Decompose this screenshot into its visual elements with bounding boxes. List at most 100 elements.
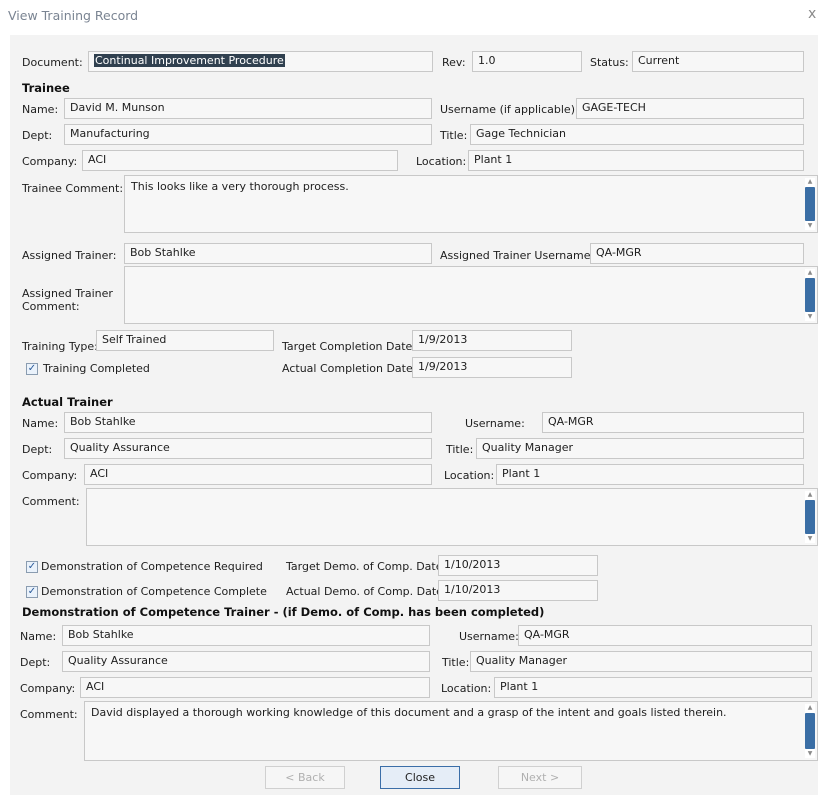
actual-trainer-location-field[interactable]: Plant 1 bbox=[496, 464, 804, 485]
status-field[interactable]: Current bbox=[632, 51, 804, 72]
triangle-up-icon[interactable]: ▲ bbox=[805, 491, 815, 499]
demo-complete-label: Demonstration of Competence Complete bbox=[41, 585, 267, 598]
training-completed-label: Training Completed bbox=[43, 362, 150, 375]
actual-trainer-title-label: Title: bbox=[446, 443, 474, 456]
demo-target-label: Target Demo. of Comp. Date: bbox=[286, 560, 447, 573]
window-title: View Training Record bbox=[8, 8, 139, 23]
demo-actual-label: Actual Demo. of Comp. Date: bbox=[286, 585, 447, 598]
document-value: Continual Improvement Procedure bbox=[94, 54, 285, 67]
assigned-trainer-field[interactable]: Bob Stahlke bbox=[124, 243, 432, 264]
demo-trainer-heading: Demonstration of Competence Trainer - (i… bbox=[22, 605, 545, 619]
actual-trainer-location-label: Location: bbox=[444, 469, 495, 482]
actual-trainer-company-label: Company: bbox=[22, 469, 78, 482]
trainee-comment-scrollbar[interactable]: ▲ ▼ bbox=[805, 178, 815, 230]
actual-trainer-heading: Actual Trainer bbox=[22, 395, 113, 409]
demo-trainer-comment-area[interactable]: David displayed a thorough working knowl… bbox=[84, 701, 818, 761]
scroll-thumb[interactable] bbox=[805, 500, 815, 534]
assigned-comment-scrollbar[interactable]: ▲ ▼ bbox=[805, 269, 815, 321]
next-button[interactable]: Next > bbox=[498, 766, 582, 789]
actual-completion-field[interactable]: 1/9/2013 bbox=[412, 357, 572, 378]
actual-completion-label: Actual Completion Date: bbox=[282, 362, 417, 375]
actual-trainer-comment-scrollbar[interactable]: ▲ ▼ bbox=[805, 491, 815, 543]
trainee-username-label: Username (if applicable): bbox=[440, 103, 579, 116]
demo-trainer-dept-label: Dept: bbox=[20, 656, 51, 669]
trainee-dept-label: Dept: bbox=[22, 129, 53, 142]
actual-trainer-username-label: Username: bbox=[465, 417, 525, 430]
demo-trainer-company-label: Company: bbox=[20, 682, 76, 695]
document-field[interactable]: Continual Improvement Procedure bbox=[88, 51, 433, 72]
assigned-comment-label-line2: Comment: bbox=[22, 300, 80, 313]
triangle-up-icon[interactable]: ▲ bbox=[805, 269, 815, 277]
close-window-icon[interactable]: x bbox=[808, 6, 816, 22]
title-bar: View Training Record x bbox=[0, 0, 824, 30]
triangle-down-icon[interactable]: ▼ bbox=[805, 750, 815, 758]
assigned-comment-label-line1: Assigned Trainer bbox=[22, 287, 113, 300]
triangle-down-icon[interactable]: ▼ bbox=[805, 222, 815, 230]
demo-trainer-company-field[interactable]: ACI bbox=[80, 677, 430, 698]
document-label: Document: bbox=[22, 56, 83, 69]
check-mark-icon: ✓ bbox=[27, 363, 37, 374]
trainee-comment-text: This looks like a very thorough process. bbox=[131, 180, 349, 193]
actual-trainer-dept-field[interactable]: Quality Assurance bbox=[64, 438, 432, 459]
demo-trainer-title-field[interactable]: Quality Manager bbox=[470, 651, 812, 672]
actual-trainer-dept-label: Dept: bbox=[22, 443, 53, 456]
trainee-name-field[interactable]: David M. Munson bbox=[64, 98, 432, 119]
triangle-up-icon[interactable]: ▲ bbox=[805, 704, 815, 712]
training-type-field[interactable]: Self Trained bbox=[96, 330, 274, 351]
demo-required-label: Demonstration of Competence Required bbox=[41, 560, 263, 573]
trainee-company-label: Company: bbox=[22, 155, 78, 168]
target-completion-label: Target Completion Date: bbox=[282, 340, 417, 353]
form-panel: Document: Continual Improvement Procedur… bbox=[10, 35, 818, 795]
trainee-title-label: Title: bbox=[440, 129, 468, 142]
demo-trainer-dept-field[interactable]: Quality Assurance bbox=[62, 651, 430, 672]
demo-trainer-location-field[interactable]: Plant 1 bbox=[494, 677, 812, 698]
demo-complete-checkbox[interactable]: ✓ bbox=[26, 586, 38, 598]
trainee-heading: Trainee bbox=[22, 81, 70, 95]
assigned-comment-area[interactable]: ▲ ▼ bbox=[124, 266, 818, 324]
back-button[interactable]: < Back bbox=[265, 766, 345, 789]
actual-trainer-title-field[interactable]: Quality Manager bbox=[476, 438, 804, 459]
assigned-trainer-label: Assigned Trainer: bbox=[22, 249, 117, 262]
demo-trainer-comment-scrollbar[interactable]: ▲ ▼ bbox=[805, 704, 815, 758]
trainee-dept-field[interactable]: Manufacturing bbox=[64, 124, 432, 145]
triangle-down-icon[interactable]: ▼ bbox=[805, 313, 815, 321]
actual-trainer-company-field[interactable]: ACI bbox=[84, 464, 432, 485]
actual-trainer-name-field[interactable]: Bob Stahlke bbox=[64, 412, 432, 433]
demo-trainer-name-field[interactable]: Bob Stahlke bbox=[62, 625, 430, 646]
actual-trainer-comment-area[interactable]: ▲ ▼ bbox=[86, 488, 818, 546]
triangle-up-icon[interactable]: ▲ bbox=[805, 178, 815, 186]
scroll-thumb[interactable] bbox=[805, 713, 815, 749]
trainee-location-field[interactable]: Plant 1 bbox=[468, 150, 804, 171]
scroll-thumb[interactable] bbox=[805, 187, 815, 221]
trainee-location-label: Location: bbox=[416, 155, 467, 168]
triangle-down-icon[interactable]: ▼ bbox=[805, 535, 815, 543]
actual-trainer-name-label: Name: bbox=[22, 417, 59, 430]
rev-field[interactable]: 1.0 bbox=[472, 51, 582, 72]
demo-trainer-title-label: Title: bbox=[442, 656, 470, 669]
assigned-trainer-username-field[interactable]: QA-MGR bbox=[590, 243, 804, 264]
status-label: Status: bbox=[590, 56, 629, 69]
close-button[interactable]: Close bbox=[380, 766, 460, 789]
training-completed-checkbox[interactable]: ✓ bbox=[26, 363, 38, 375]
trainee-name-label: Name: bbox=[22, 103, 59, 116]
training-record-window: View Training Record x Document: Continu… bbox=[0, 0, 824, 795]
demo-required-checkbox[interactable]: ✓ bbox=[26, 561, 38, 573]
scroll-thumb[interactable] bbox=[805, 278, 815, 312]
check-mark-icon: ✓ bbox=[27, 561, 37, 572]
rev-label: Rev: bbox=[442, 56, 466, 69]
assigned-trainer-username-label: Assigned Trainer Username: bbox=[440, 249, 595, 262]
target-completion-field[interactable]: 1/9/2013 bbox=[412, 330, 572, 351]
trainee-title-field[interactable]: Gage Technician bbox=[470, 124, 804, 145]
trainee-comment-label: Trainee Comment: bbox=[22, 182, 124, 195]
demo-target-field[interactable]: 1/10/2013 bbox=[438, 555, 598, 576]
training-type-label: Training Type: bbox=[22, 340, 98, 353]
demo-trainer-comment-text: David displayed a thorough working knowl… bbox=[91, 706, 727, 719]
actual-trainer-comment-label: Comment: bbox=[22, 495, 80, 508]
trainee-username-field[interactable]: GAGE-TECH bbox=[576, 98, 804, 119]
demo-trainer-username-label: Username: bbox=[459, 630, 519, 643]
actual-trainer-username-field[interactable]: QA-MGR bbox=[542, 412, 804, 433]
demo-actual-field[interactable]: 1/10/2013 bbox=[438, 580, 598, 601]
demo-trainer-username-field[interactable]: QA-MGR bbox=[518, 625, 812, 646]
trainee-comment-area[interactable]: This looks like a very thorough process.… bbox=[124, 175, 818, 233]
trainee-company-field[interactable]: ACI bbox=[82, 150, 398, 171]
